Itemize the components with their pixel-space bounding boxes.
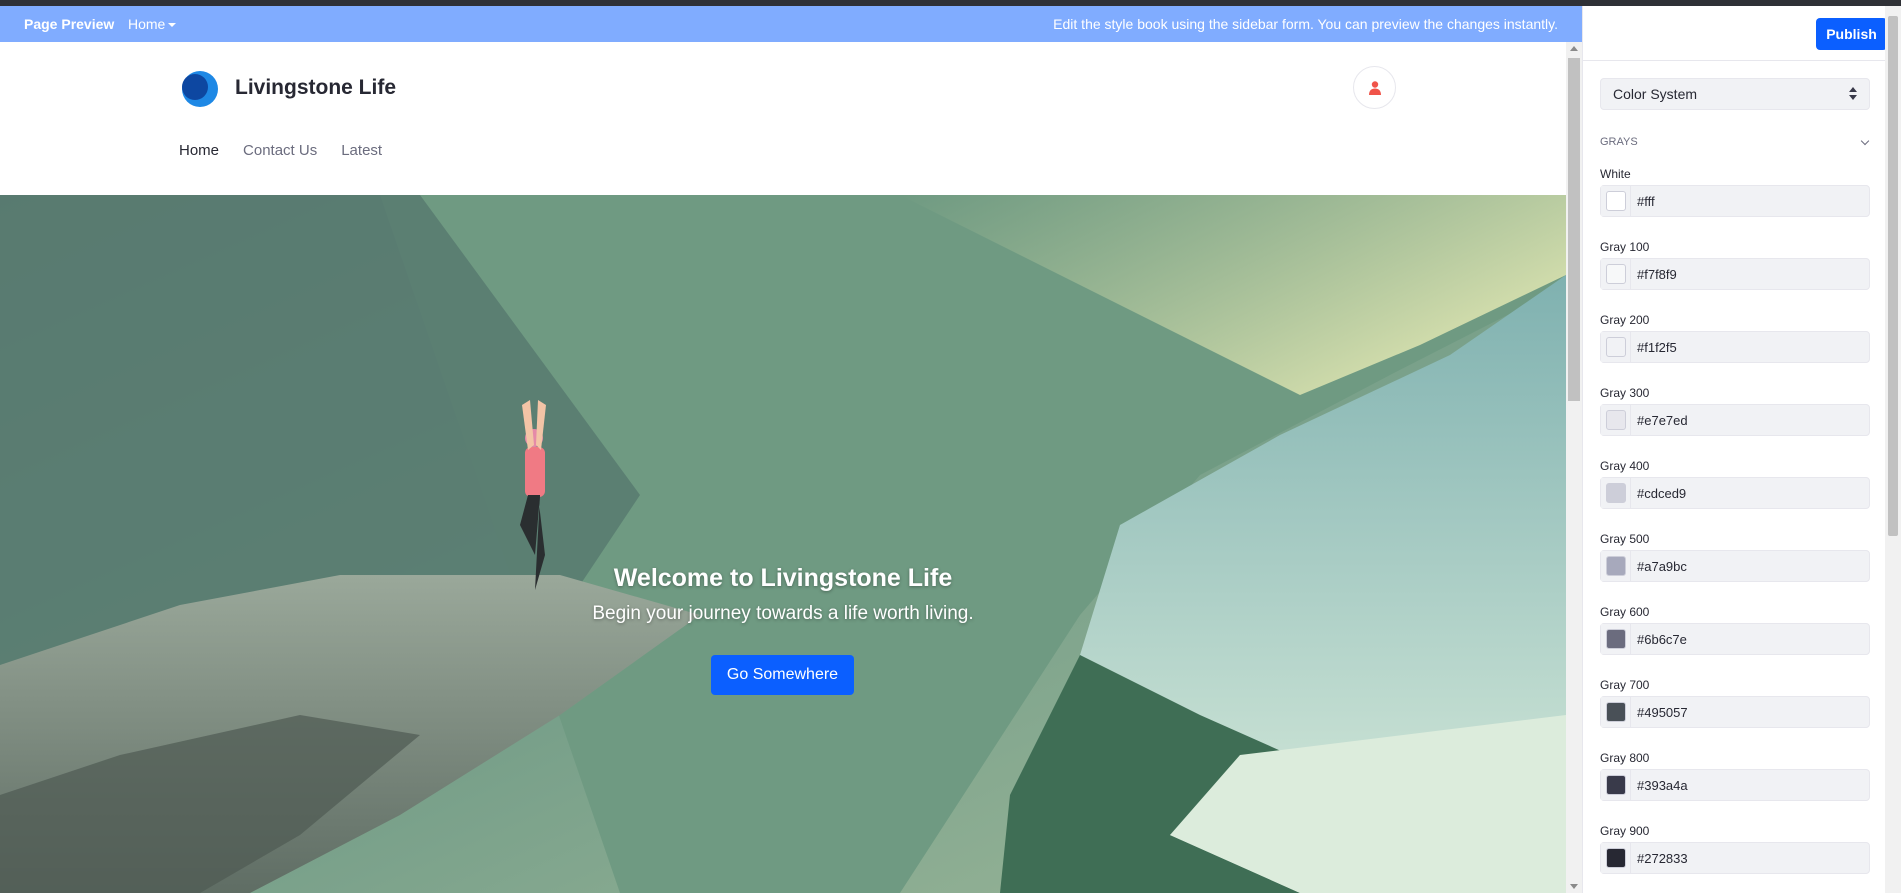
nav-item-contact-us[interactable]: Contact Us: [243, 142, 317, 159]
select-arrows-icon: [1849, 87, 1857, 103]
color-picker-button[interactable]: [1601, 697, 1631, 727]
color-field-gray-100: Gray 100: [1600, 240, 1870, 313]
color-picker-button[interactable]: [1601, 186, 1631, 216]
site-nav: Home Contact Us Latest: [179, 142, 406, 159]
color-value-input[interactable]: [1637, 770, 1865, 800]
field-label: Gray 100: [1600, 240, 1650, 254]
style-book-sidebar: Publish Color System Grays White Gray 10…: [1582, 6, 1901, 893]
nav-item-latest[interactable]: Latest: [341, 142, 382, 159]
field-label: Gray 800: [1600, 751, 1650, 765]
hero-title: Welcome to Livingstone Life: [613, 564, 953, 592]
color-fields: White Gray 100 Gray 200 Gray 300 Gray 40…: [1600, 167, 1870, 893]
preview-toolbar: Page Preview Home Edit the style book us…: [0, 6, 1582, 42]
section-title: Grays: [1600, 136, 1638, 148]
field-label: Gray 600: [1600, 605, 1650, 619]
token-set-select[interactable]: Color System: [1600, 78, 1870, 110]
color-swatch: [1605, 556, 1626, 576]
nav-item-home[interactable]: Home: [179, 142, 219, 159]
field-label: Gray 900: [1600, 824, 1650, 838]
color-swatch: [1605, 702, 1626, 722]
color-value-input[interactable]: [1637, 405, 1865, 435]
color-value-input[interactable]: [1637, 186, 1865, 216]
publish-button[interactable]: Publish: [1816, 18, 1887, 50]
site-logo-icon[interactable]: [179, 68, 219, 108]
sidebar-scrollbar[interactable]: [1885, 6, 1901, 893]
color-field-gray-900: Gray 900: [1600, 824, 1870, 893]
color-field-gray-200: Gray 200: [1600, 313, 1870, 386]
caret-down-icon: [168, 23, 177, 28]
field-label: Gray 400: [1600, 459, 1650, 473]
scroll-up-icon[interactable]: [1570, 46, 1578, 51]
field-label: Gray 700: [1600, 678, 1650, 692]
color-picker-button[interactable]: [1601, 770, 1631, 800]
color-picker-button[interactable]: [1601, 843, 1631, 873]
color-picker-button[interactable]: [1601, 259, 1631, 289]
field-label: Gray 200: [1600, 313, 1650, 327]
color-picker-button[interactable]: [1601, 624, 1631, 654]
color-value-input[interactable]: [1637, 697, 1865, 727]
go-somewhere-button[interactable]: Go Somewhere: [711, 655, 854, 695]
color-swatch: [1605, 629, 1626, 649]
color-value-input[interactable]: [1637, 843, 1865, 873]
preview-help-message: Edit the style book using the sidebar fo…: [1053, 16, 1558, 32]
color-value-input[interactable]: [1637, 478, 1865, 508]
color-picker-button[interactable]: [1601, 551, 1631, 581]
page-selector-dropdown[interactable]: Home: [128, 16, 177, 32]
color-swatch: [1605, 410, 1626, 430]
color-swatch: [1605, 775, 1626, 795]
color-swatch: [1605, 337, 1626, 357]
color-field-gray-500: Gray 500: [1600, 532, 1870, 605]
color-picker-button[interactable]: [1601, 405, 1631, 435]
grays-section-toggle[interactable]: Grays: [1600, 136, 1870, 152]
color-picker-button[interactable]: [1601, 332, 1631, 362]
user-account-button[interactable]: [1353, 66, 1396, 109]
preview-scrollbar-thumb[interactable]: [1568, 58, 1580, 401]
color-picker-button[interactable]: [1601, 478, 1631, 508]
preview-scrollbar[interactable]: [1566, 42, 1582, 893]
color-swatch: [1605, 191, 1626, 211]
hero-subtitle: Begin your journey towards a life worth …: [592, 603, 974, 624]
chevron-down-icon: [1860, 136, 1870, 146]
color-field-gray-700: Gray 700: [1600, 678, 1870, 751]
color-field-gray-600: Gray 600: [1600, 605, 1870, 678]
page-selector-label: Home: [128, 16, 166, 32]
sidebar-scrollbar-thumb[interactable]: [1888, 16, 1898, 536]
color-field-gray-800: Gray 800: [1600, 751, 1870, 824]
color-field-gray-400: Gray 400: [1600, 459, 1870, 532]
hero-banner: Welcome to Livingstone Life Begin your j…: [0, 195, 1566, 893]
user-icon: [1368, 80, 1381, 95]
color-field-white: White: [1600, 167, 1870, 240]
scroll-down-icon[interactable]: [1570, 884, 1578, 889]
site-title[interactable]: Livingstone Life: [235, 76, 396, 100]
page-preview: Page Preview Home Edit the style book us…: [0, 6, 1582, 893]
field-label: White: [1600, 167, 1631, 181]
preview-label: Page Preview: [24, 16, 115, 32]
sidebar-header: Publish: [1583, 6, 1901, 61]
color-swatch: [1605, 264, 1626, 284]
color-value-input[interactable]: [1637, 259, 1865, 289]
field-label: Gray 500: [1600, 532, 1650, 546]
color-field-gray-300: Gray 300: [1600, 386, 1870, 459]
color-swatch: [1605, 848, 1626, 868]
token-set-select-value: Color System: [1613, 86, 1698, 102]
color-value-input[interactable]: [1637, 624, 1865, 654]
field-label: Gray 300: [1600, 386, 1650, 400]
color-value-input[interactable]: [1637, 551, 1865, 581]
site-preview: Livingstone Life Home Contact Us Latest: [0, 42, 1566, 893]
hero-background-image: [0, 195, 1566, 893]
color-swatch: [1605, 483, 1626, 503]
color-value-input[interactable]: [1637, 332, 1865, 362]
site-header: Livingstone Life Home Contact Us Latest: [0, 42, 1566, 195]
